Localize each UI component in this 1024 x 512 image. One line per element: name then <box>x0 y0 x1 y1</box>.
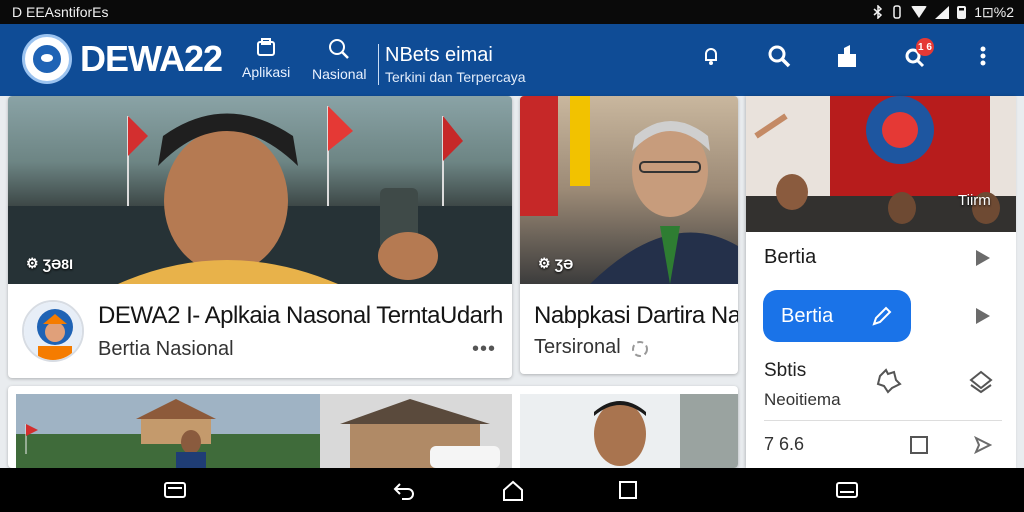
edit-pencil-icon <box>872 306 892 326</box>
more-menu-button[interactable] <box>970 42 996 70</box>
bluetooth-icon <box>873 5 883 19</box>
play-arrow-icon <box>976 249 990 266</box>
app-bar: DEWA22 Aplikasi Nasional NBets eimai Ter… <box>0 24 1024 96</box>
news-thumbnail[interactable] <box>16 394 320 468</box>
news-row-bottom <box>8 386 738 468</box>
loading-icon <box>632 341 648 357</box>
card-headline[interactable]: Nabpkasi Dartira Na <box>534 302 738 330</box>
app-title: DEWA22 <box>80 38 223 79</box>
news-photo: ⚙ ƷƏ8I <box>8 96 512 284</box>
panel-photo-caption: Tiirm <box>958 192 991 209</box>
notification-button[interactable] <box>698 42 724 70</box>
puzzle-icon[interactable] <box>874 366 902 394</box>
app-logo[interactable] <box>22 34 72 84</box>
tagline: NBets eimai Terkini dan Terpercaya <box>378 44 526 85</box>
play-arrow-icon[interactable] <box>974 306 992 326</box>
tab-aplikasi[interactable]: Aplikasi <box>242 38 290 80</box>
search-icon <box>768 45 791 68</box>
share-button[interactable] <box>834 42 860 70</box>
overview-square-icon[interactable] <box>618 480 638 500</box>
panel-row-bertia[interactable]: Bertia <box>764 246 992 269</box>
wifi-icon <box>911 6 928 18</box>
news-card-secondary[interactable]: ⚙ ƷƏ Nabpkasi Dartira Na Tersironal <box>520 96 738 374</box>
news-thumbnail[interactable] <box>520 394 738 468</box>
avatar[interactable] <box>22 300 84 362</box>
button-label: Bertia <box>781 304 834 327</box>
layers-icon[interactable] <box>968 368 994 394</box>
apps-icon <box>257 38 276 56</box>
news-card-main[interactable]: ⚙ ƷƏ8I DEWA2 I- Aplkaia Nasonal TerntaUd… <box>8 96 512 378</box>
search-button[interactable] <box>766 42 792 70</box>
more-vert-icon <box>980 46 986 66</box>
side-panel: Tiirm Bertia Bertia Sbtis Neoitiema 7 6.… <box>746 96 1016 468</box>
recents-stack-icon[interactable] <box>162 480 188 500</box>
notification-badge: 1 6 <box>916 38 934 56</box>
card-headline[interactable]: DEWA2 I- Aplkaia Nasonal TerntaUdarh <box>98 302 503 330</box>
camera-icon: ⚙ <box>538 255 551 271</box>
notification-icon <box>705 48 717 65</box>
search-icon <box>329 39 350 59</box>
alert-search-button[interactable]: 1 6 <box>902 38 934 70</box>
panel-row-sbtis[interactable]: Sbtis Neoitiema <box>764 360 841 410</box>
tab-nasional[interactable]: Nasional <box>312 38 366 82</box>
send-icon <box>974 435 992 454</box>
status-text: D EEAsntiforEs <box>12 4 109 20</box>
battery-level: 1⊡%2 <box>974 3 1014 20</box>
camera-icon: ⚙ <box>26 255 39 271</box>
divider <box>764 420 1002 421</box>
panel-photo[interactable] <box>746 96 1016 232</box>
more-options-button[interactable]: ••• <box>472 338 496 361</box>
battery-icon <box>957 5 967 19</box>
system-navigation-bar <box>0 468 1024 512</box>
app-bar-actions: 1 6 <box>698 38 996 70</box>
vibrate-icon <box>893 5 901 19</box>
bertia-button[interactable]: Bertia <box>763 290 911 342</box>
tab-label: Aplikasi <box>242 64 291 80</box>
share-icon <box>838 45 856 67</box>
screen: D EEAsntiforEs 1⊡%2 DEWA22 Aplikasi Nasi… <box>0 0 1024 512</box>
row-subtitle: Neoitiema <box>764 390 841 409</box>
tagline-subtitle: Terkini dan Terpercaya <box>385 69 526 85</box>
back-icon[interactable] <box>392 480 416 500</box>
panel-row-time[interactable]: 7 6.6 <box>764 434 992 455</box>
crowd-photo-illustration <box>8 106 512 284</box>
card-subtitle: Bertia Nasional <box>98 338 234 360</box>
card-subtitle: Tersironal <box>534 336 621 358</box>
news-photo: ⚙ ƷƏ <box>520 96 738 284</box>
status-icons: 1⊡%2 <box>873 4 1014 21</box>
switch-apps-icon[interactable] <box>834 480 860 500</box>
tab-label: Nasional <box>312 66 367 82</box>
news-thumbnail[interactable] <box>320 394 512 468</box>
row-title: Sbtis <box>764 360 807 381</box>
checkbox-icon[interactable] <box>910 435 929 454</box>
photo-caption: ⚙ ƷƏ8I <box>26 255 73 272</box>
status-bar: D EEAsntiforEs 1⊡%2 <box>0 0 1024 24</box>
photo-caption: ⚙ ƷƏ <box>538 255 574 272</box>
row-label: Bertia <box>764 246 817 268</box>
home-icon[interactable] <box>502 480 524 502</box>
tagline-title: NBets eimai <box>385 44 493 66</box>
row-value: 7 6.6 <box>764 434 805 454</box>
signal-icon <box>935 5 950 19</box>
